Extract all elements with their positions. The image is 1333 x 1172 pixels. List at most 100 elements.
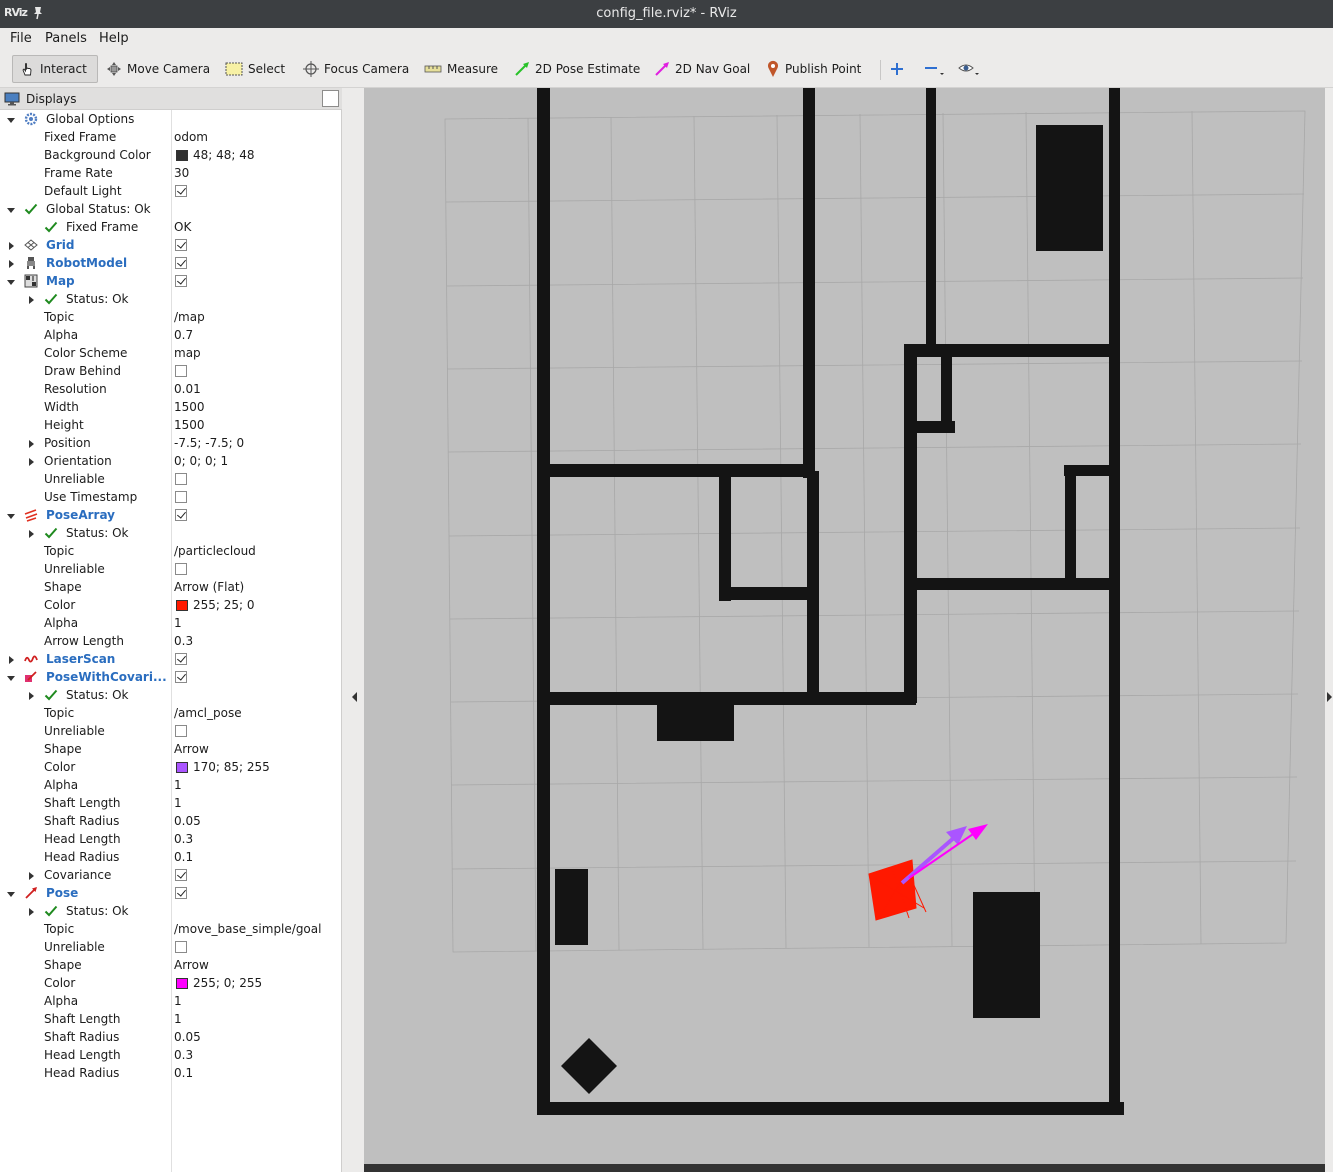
property-checkbox[interactable] — [175, 491, 187, 503]
expand-arrow-right-icon[interactable] — [26, 456, 36, 466]
property-value[interactable]: 255; 25; 0 — [193, 598, 255, 612]
tree-row[interactable]: Covariance — [0, 866, 341, 884]
property-value[interactable]: 30 — [174, 166, 189, 180]
property-value[interactable]: 0.7 — [174, 328, 193, 342]
tree-row[interactable]: Width 1500 — [0, 398, 341, 416]
tree-row[interactable]: Color 255; 25; 0 — [0, 596, 341, 614]
expand-arrow-right-icon[interactable] — [26, 294, 36, 304]
tree-row[interactable]: Topic/particlecloud — [0, 542, 341, 560]
property-checkbox[interactable] — [175, 365, 187, 377]
tree-row[interactable]: Head Radius 0.1 — [0, 1064, 341, 1082]
tree-row[interactable]: Alpha 1 — [0, 614, 341, 632]
measure-tool-button[interactable]: Measure — [418, 55, 504, 83]
tree-row[interactable]: Frame Rate 30 — [0, 164, 341, 182]
collapse-left-arrow-icon[interactable] — [349, 690, 359, 704]
tree-row[interactable]: Unreliable — [0, 938, 341, 956]
select-tool-button[interactable]: Select — [219, 55, 291, 83]
tree-row[interactable]: Status: Ok — [0, 524, 341, 542]
tree-row[interactable]: Shape Arrow — [0, 740, 341, 758]
property-value[interactable]: 1 — [174, 778, 182, 792]
map-render[interactable] — [364, 88, 1325, 1172]
tree-row[interactable]: Resolution 0.01 — [0, 380, 341, 398]
tree-row[interactable]: Global Options — [0, 110, 341, 128]
expand-arrow-right-icon[interactable] — [26, 438, 36, 448]
expand-arrow-down-icon[interactable] — [6, 672, 16, 682]
undock-panel-button[interactable] — [322, 90, 339, 107]
property-checkbox[interactable] — [175, 473, 187, 485]
tree-row[interactable]: Shaft Radius 0.05 — [0, 1028, 341, 1046]
tree-row[interactable]: PoseWithCovari... — [0, 668, 341, 686]
property-value[interactable]: OK — [174, 220, 191, 234]
color-swatch[interactable] — [176, 978, 188, 989]
property-value[interactable]: 1500 — [174, 400, 205, 414]
tree-row[interactable]: Shaft Length 1 — [0, 1010, 341, 1028]
property-checkbox[interactable] — [175, 671, 187, 683]
tree-row[interactable]: Color Scheme map — [0, 344, 341, 362]
tree-row[interactable]: Shaft Length 1 — [0, 794, 341, 812]
color-swatch[interactable] — [176, 762, 188, 773]
pose-estimate-tool-button[interactable]: 2D Pose Estimate — [508, 55, 646, 83]
tree-row[interactable]: Default Light — [0, 182, 341, 200]
tree-row[interactable]: Position -7.5; -7.5; 0 — [0, 434, 341, 452]
property-checkbox[interactable] — [175, 257, 187, 269]
property-value[interactable]: odom — [174, 130, 208, 144]
property-value[interactable]: -7.5; -7.5; 0 — [174, 436, 244, 450]
tree-row[interactable]: Grid — [0, 236, 341, 254]
property-checkbox[interactable] — [175, 509, 187, 521]
property-value[interactable]: 1 — [174, 994, 182, 1008]
tree-row[interactable]: Topic/move_base_simple/goal — [0, 920, 341, 938]
tree-row[interactable]: Fixed Frame odom — [0, 128, 341, 146]
property-value[interactable]: 0.1 — [174, 850, 193, 864]
expand-arrow-right-icon[interactable] — [26, 906, 36, 916]
tree-row[interactable]: Global Status: Ok — [0, 200, 341, 218]
property-value[interactable]: 0.05 — [174, 814, 201, 828]
publish-point-tool-button[interactable]: Publish Point — [760, 55, 867, 83]
property-value[interactable]: 1500 — [174, 418, 205, 432]
property-value[interactable]: 170; 85; 255 — [193, 760, 270, 774]
property-value[interactable]: /particlecloud — [174, 544, 256, 558]
tree-row[interactable]: Head Length 0.3 — [0, 830, 341, 848]
property-value[interactable]: map — [174, 346, 201, 360]
interact-tool-button[interactable]: Interact — [12, 55, 98, 83]
tree-row[interactable]: Alpha 0.7 — [0, 326, 341, 344]
tree-row[interactable]: Orientation 0; 0; 0; 1 — [0, 452, 341, 470]
expand-arrow-down-icon[interactable] — [6, 204, 16, 214]
expand-arrow-right-icon[interactable] — [26, 690, 36, 700]
property-value[interactable]: /amcl_pose — [174, 706, 242, 720]
tree-row[interactable]: RobotModel — [0, 254, 341, 272]
tree-row[interactable]: Shape Arrow (Flat) — [0, 578, 341, 596]
property-value[interactable]: /map — [174, 310, 205, 324]
color-swatch[interactable] — [176, 600, 188, 611]
add-tool-button[interactable] — [886, 55, 913, 83]
tree-row[interactable]: Shaft Radius 0.05 — [0, 812, 341, 830]
tree-row[interactable]: Unreliable — [0, 470, 341, 488]
property-checkbox[interactable] — [175, 941, 187, 953]
tree-row[interactable]: Status: Ok — [0, 290, 341, 308]
property-value[interactable]: 48; 48; 48 — [193, 148, 255, 162]
property-value[interactable]: 1 — [174, 796, 182, 810]
property-value[interactable]: 1 — [174, 1012, 182, 1026]
tree-row[interactable]: Alpha 1 — [0, 776, 341, 794]
property-value[interactable]: 255; 0; 255 — [193, 976, 262, 990]
tree-row[interactable]: Background Color 48; 48; 48 — [0, 146, 341, 164]
property-checkbox[interactable] — [175, 275, 187, 287]
tree-row[interactable]: Height 1500 — [0, 416, 341, 434]
tree-row[interactable]: Unreliable — [0, 560, 341, 578]
property-value[interactable]: 0.3 — [174, 1048, 193, 1062]
expand-arrow-down-icon[interactable] — [6, 888, 16, 898]
tree-row[interactable]: Fixed Frame OK — [0, 218, 341, 236]
property-value[interactable]: 0.1 — [174, 1066, 193, 1080]
property-value[interactable]: /move_base_simple/goal — [174, 922, 321, 936]
property-value[interactable]: 0; 0; 0; 1 — [174, 454, 228, 468]
tree-row[interactable]: Topic/map — [0, 308, 341, 326]
tree-row[interactable]: Status: Ok — [0, 686, 341, 704]
property-value[interactable]: 0.3 — [174, 634, 193, 648]
expand-arrow-down-icon[interactable] — [6, 276, 16, 286]
menu-panels[interactable]: Panels — [45, 31, 87, 46]
property-value[interactable]: 0.3 — [174, 832, 193, 846]
tree-row[interactable]: Head Radius 0.1 — [0, 848, 341, 866]
move-camera-tool-button[interactable]: Move Camera — [100, 55, 216, 83]
tree-row[interactable]: Draw Behind — [0, 362, 341, 380]
render-viewport[interactable] — [364, 88, 1325, 1172]
tree-row[interactable]: Use Timestamp — [0, 488, 341, 506]
